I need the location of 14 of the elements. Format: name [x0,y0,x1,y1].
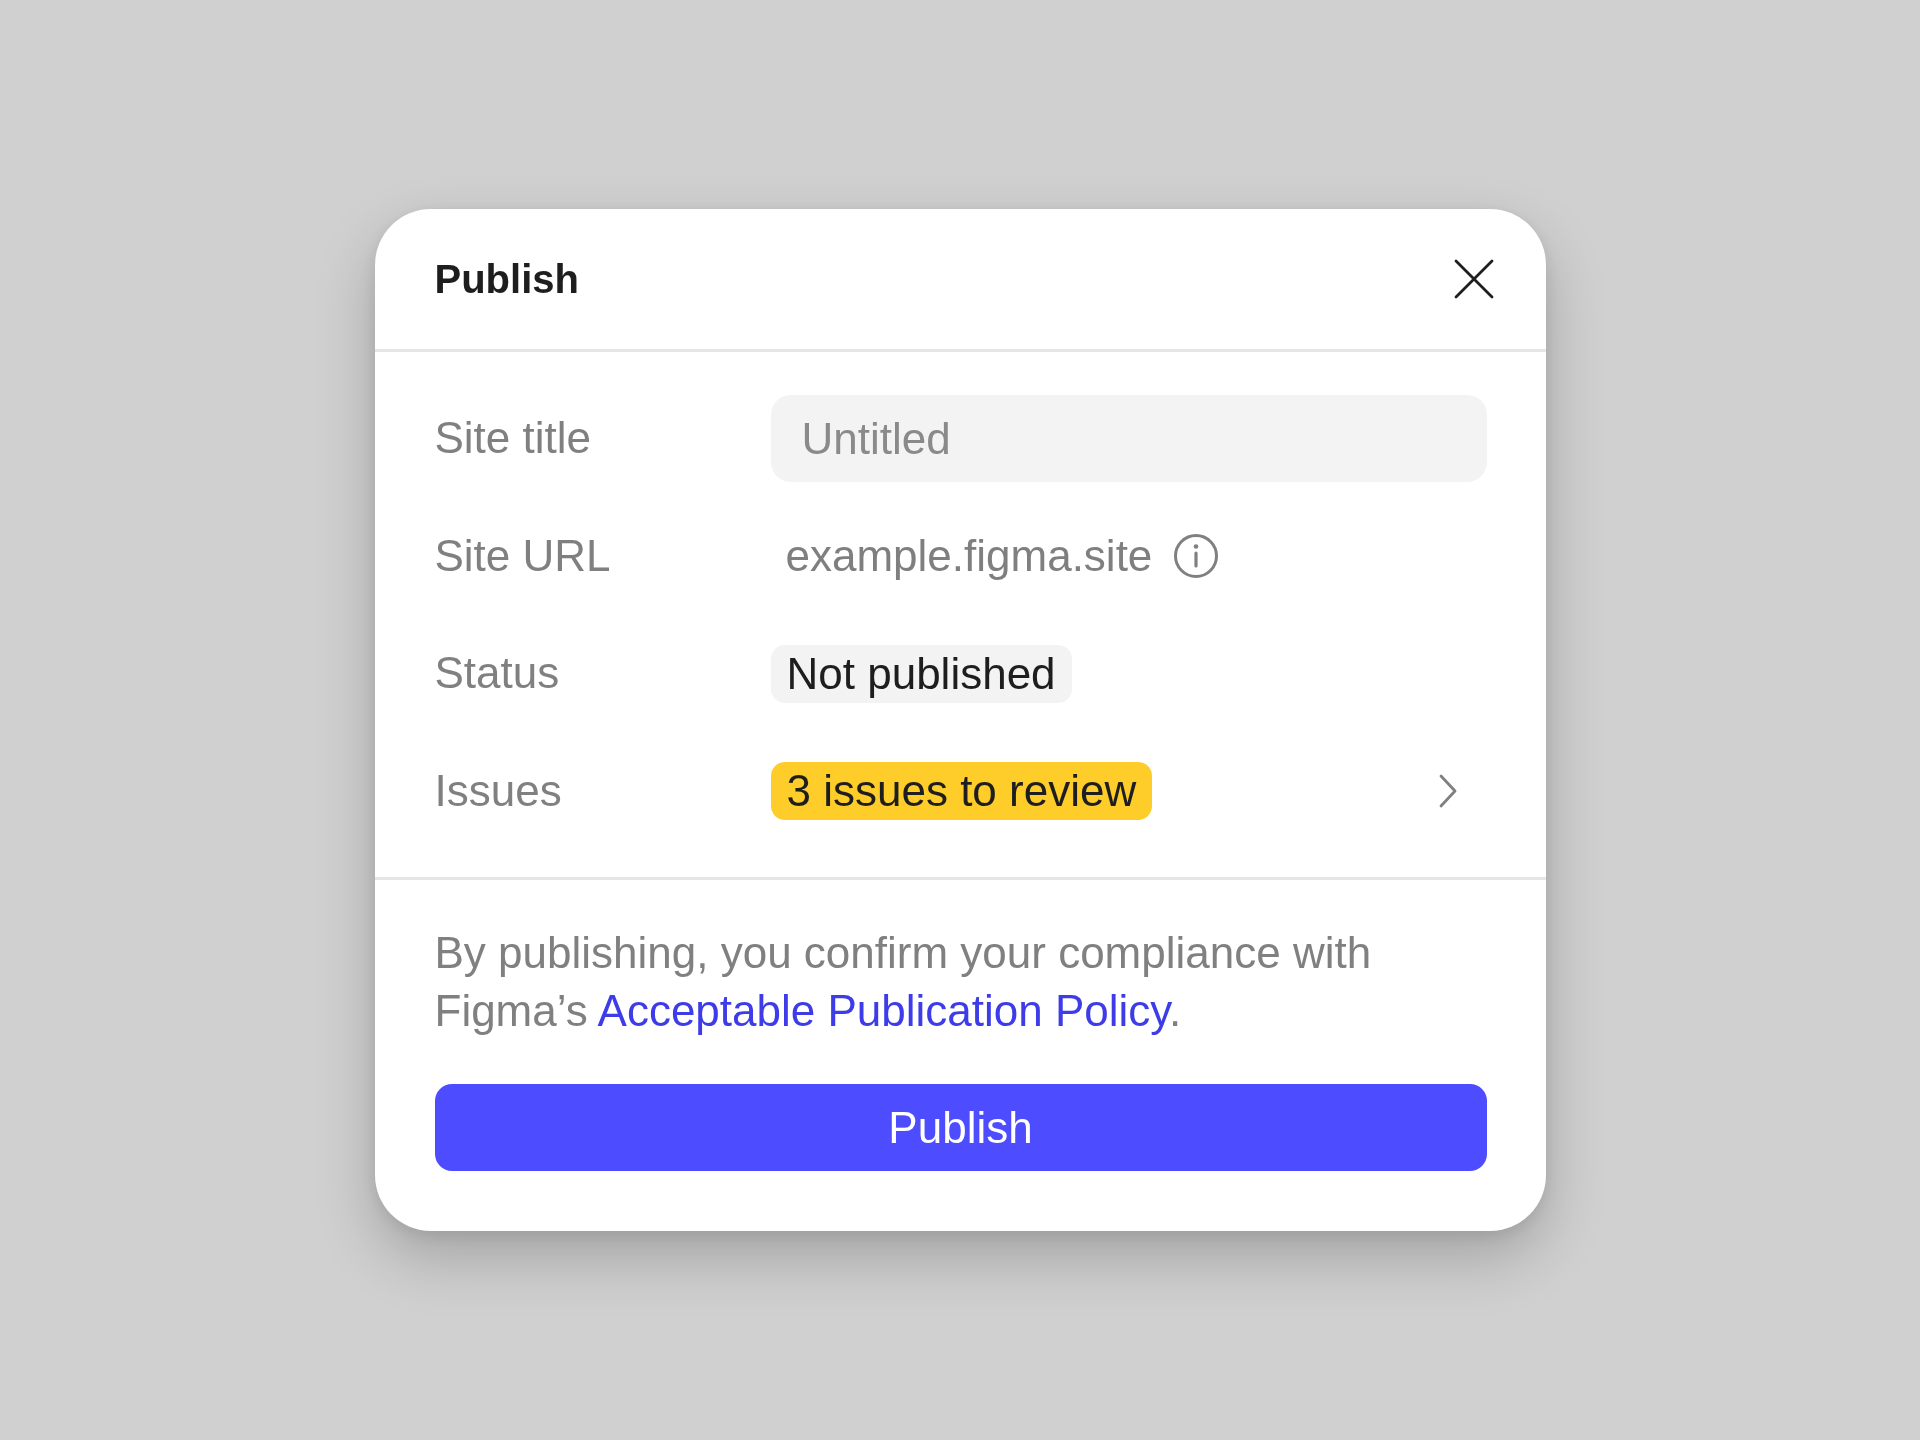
url-text: example.figma.site [785,529,1153,582]
dialog-title: Publish [434,256,579,303]
field-label: Issues [434,764,563,817]
chevron-icon[interactable] [1438,774,1457,809]
info-icon[interactable] [1174,534,1219,579]
notice-text: By publishing, you confirm your compliance with Figma’s Acceptable Publication Policy. [434,927,1373,1037]
issues-badge[interactable]: 3 issues to review [770,762,1153,821]
field-label: Site URL [434,529,612,582]
policy-link[interactable]: Acceptable Publication Policy [597,986,1170,1035]
status-badge: Not published [770,644,1072,703]
publish-button[interactable]: Publish [434,1084,1487,1171]
field-label: Status [434,647,561,700]
field-label: Site title [434,412,592,465]
input-field[interactable]: Untitled [770,395,1487,483]
